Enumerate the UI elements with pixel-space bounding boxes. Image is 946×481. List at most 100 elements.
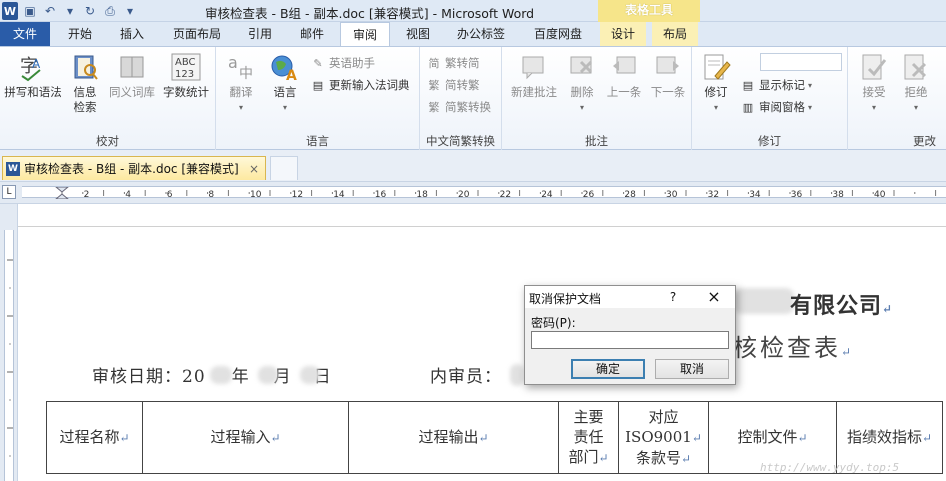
header-iso-clause[interactable]: 对应 ISO9001↵ 条款号↵ bbox=[618, 401, 709, 474]
ruler-mark-label: 4 bbox=[125, 190, 131, 199]
ruler-mark-label: 22 bbox=[500, 190, 511, 199]
new-comment-button[interactable]: 新建批注 bbox=[506, 51, 562, 100]
help-icon[interactable]: ? bbox=[664, 288, 682, 306]
thesaurus-button[interactable]: 同义词库 bbox=[106, 51, 158, 100]
undo-dropdown-icon[interactable]: ▾ bbox=[62, 3, 78, 19]
spelling-grammar-button[interactable]: 字A 拼写和语法 bbox=[2, 51, 64, 100]
tab-file[interactable]: 文件 bbox=[0, 22, 50, 46]
print-preview-icon[interactable]: ⎙ bbox=[102, 3, 118, 19]
delete-comment-label: 删除 bbox=[570, 85, 594, 99]
vertical-ruler-strip bbox=[4, 230, 14, 481]
markup-display-combo[interactable] bbox=[760, 53, 842, 71]
reviewing-pane-button[interactable]: ▥ 审阅窗格 ▾ bbox=[740, 97, 812, 117]
track-changes-button[interactable]: 修订 ▾ bbox=[696, 51, 736, 115]
update-ime-button[interactable]: ▤ 更新输入法词典 bbox=[310, 75, 410, 95]
header-process-name[interactable]: 过程名称↵ bbox=[46, 401, 143, 474]
word-app-icon[interactable]: W bbox=[2, 2, 18, 20]
track-changes-dropdown-icon[interactable]: ▾ bbox=[696, 100, 736, 115]
tab-review[interactable]: 审阅 bbox=[340, 22, 390, 47]
header-dept-1: 主要 bbox=[573, 408, 604, 426]
company-suffix: 有限公司 bbox=[790, 293, 883, 319]
ruler-mark-label: 40 bbox=[874, 190, 886, 199]
reject-icon bbox=[900, 51, 932, 83]
document-tab[interactable]: W 审核检查表 - B组 - 副本.doc [兼容模式] × bbox=[2, 156, 266, 180]
header-iso-3: 条款号 bbox=[635, 448, 681, 467]
password-input[interactable] bbox=[531, 331, 729, 349]
header-iso-2: ISO9001 bbox=[625, 427, 692, 446]
header-process-output[interactable]: 过程输出↵ bbox=[348, 401, 559, 474]
translate-dropdown-icon[interactable]: ▾ bbox=[220, 100, 262, 115]
research-label-2: 检索 bbox=[73, 100, 97, 114]
dialog-title-bar[interactable]: 取消保护文档 ? × bbox=[525, 286, 735, 308]
research-button[interactable]: 信息 检索 bbox=[64, 51, 106, 115]
header-dept-2: 责任 bbox=[573, 428, 604, 446]
spelling-icon: 字A bbox=[17, 51, 49, 83]
to-traditional-button[interactable]: 繁 简转繁 bbox=[426, 75, 480, 95]
to-simplified-label: 繁转简 bbox=[445, 56, 480, 70]
language-dropdown-icon[interactable]: ▾ bbox=[264, 100, 306, 115]
conversion-button[interactable]: 繁 简繁转换 bbox=[426, 97, 492, 117]
password-label: 密码(P): bbox=[531, 316, 576, 330]
new-tab-button[interactable] bbox=[270, 156, 298, 180]
tab-mailings[interactable]: 邮件 bbox=[290, 22, 334, 46]
word-count-button[interactable]: ABC 123 字数统计 bbox=[158, 51, 214, 100]
horizontal-ruler[interactable]: L 2 4 6 8 10 12 14 16 18 20 22 24 26 28 30 32 34 36 38 40 bbox=[0, 182, 946, 204]
translate-icon: a中 bbox=[225, 51, 257, 83]
accept-dropdown-icon[interactable]: ▾ bbox=[852, 100, 896, 115]
header-responsible-dept[interactable]: 主要 责任 部门↵ bbox=[558, 401, 619, 474]
ok-button[interactable]: 确定 bbox=[571, 359, 645, 379]
accept-button[interactable]: 接受 ▾ bbox=[852, 51, 896, 115]
to-simplified-button[interactable]: 简 繁转简 bbox=[426, 53, 480, 73]
header-process-output-text: 过程输出 bbox=[418, 428, 479, 446]
tab-references[interactable]: 引用 bbox=[238, 22, 282, 46]
document-title: 核检查表↵ bbox=[733, 328, 854, 363]
previous-comment-button[interactable]: 上一条 bbox=[602, 51, 646, 100]
tab-office-tab[interactable]: 办公标签 bbox=[446, 22, 516, 46]
tab-selector-icon[interactable]: L bbox=[2, 185, 16, 199]
save-icon[interactable]: ▣ bbox=[22, 3, 38, 19]
vertical-ruler[interactable] bbox=[0, 204, 18, 481]
tab-design[interactable]: 设计 bbox=[600, 22, 646, 46]
translate-button[interactable]: a中 翻译 ▾ bbox=[220, 51, 262, 115]
tab-home[interactable]: 开始 bbox=[58, 22, 102, 46]
english-assistant-icon: ✎ bbox=[313, 56, 323, 70]
ruler-mark-label: 20 bbox=[458, 190, 470, 199]
header-process-input[interactable]: 过程输入↵ bbox=[142, 401, 349, 474]
group-tracking: 修订 ▾ ▤ 显示标记 ▾ ▥ 审阅窗格 ▾ 修订 bbox=[692, 47, 848, 151]
tab-page-layout[interactable]: 页面布局 bbox=[164, 22, 230, 46]
tab-insert[interactable]: 插入 bbox=[108, 22, 156, 46]
reject-dropdown-icon[interactable]: ▾ bbox=[896, 100, 936, 115]
language-button[interactable]: A 语言 ▾ bbox=[264, 51, 306, 115]
undo-icon[interactable]: ↶ bbox=[42, 3, 58, 19]
next-comment-button[interactable]: 下一条 bbox=[646, 51, 690, 100]
delete-dropdown-icon[interactable]: ▾ bbox=[562, 100, 602, 115]
english-assistant-button[interactable]: ✎ 英语助手 bbox=[310, 53, 375, 73]
redo-icon[interactable]: ↻ bbox=[82, 3, 98, 19]
delete-comment-button[interactable]: 删除 ▾ bbox=[562, 51, 602, 115]
unprotect-document-dialog[interactable]: 取消保护文档 ? × 密码(P): 确定 取消 bbox=[524, 285, 736, 385]
svg-text:a: a bbox=[228, 53, 238, 72]
reject-button[interactable]: 拒绝 ▾ bbox=[896, 51, 936, 115]
cancel-button[interactable]: 取消 bbox=[655, 359, 729, 379]
redacted-auditor bbox=[510, 364, 524, 386]
previous-comment-icon bbox=[608, 51, 640, 83]
table-tools-header: 表格工具 bbox=[598, 0, 700, 22]
tab-baidu-netdisk[interactable]: 百度网盘 bbox=[522, 22, 594, 46]
show-markup-button[interactable]: ▤ 显示标记 ▾ bbox=[740, 75, 812, 95]
accept-label: 接受 bbox=[862, 85, 886, 99]
to-traditional-label: 简转繁 bbox=[445, 78, 480, 92]
header-control-doc-text: 控制文件 bbox=[737, 428, 798, 446]
redacted-day bbox=[300, 366, 320, 384]
close-tab-icon[interactable]: × bbox=[249, 162, 259, 176]
next-comment-icon bbox=[652, 51, 684, 83]
company-name: 有限公司↵ bbox=[790, 288, 893, 320]
tab-layout[interactable]: 布局 bbox=[652, 22, 698, 46]
tab-view[interactable]: 视图 bbox=[396, 22, 440, 46]
title-bar: W ▣ ↶ ▾ ↻ ⎙ ▾ 审核检查表 - B组 - 副本.doc [兼容模式]… bbox=[0, 0, 946, 22]
show-markup-dropdown-icon: ▾ bbox=[808, 80, 813, 90]
customize-qat-icon[interactable]: ▾ bbox=[122, 3, 138, 19]
ruler-mark-label: 12 bbox=[292, 190, 303, 199]
to-traditional-icon: 繁 bbox=[428, 79, 440, 92]
close-icon[interactable]: × bbox=[702, 287, 726, 307]
delete-comment-icon bbox=[566, 51, 598, 83]
